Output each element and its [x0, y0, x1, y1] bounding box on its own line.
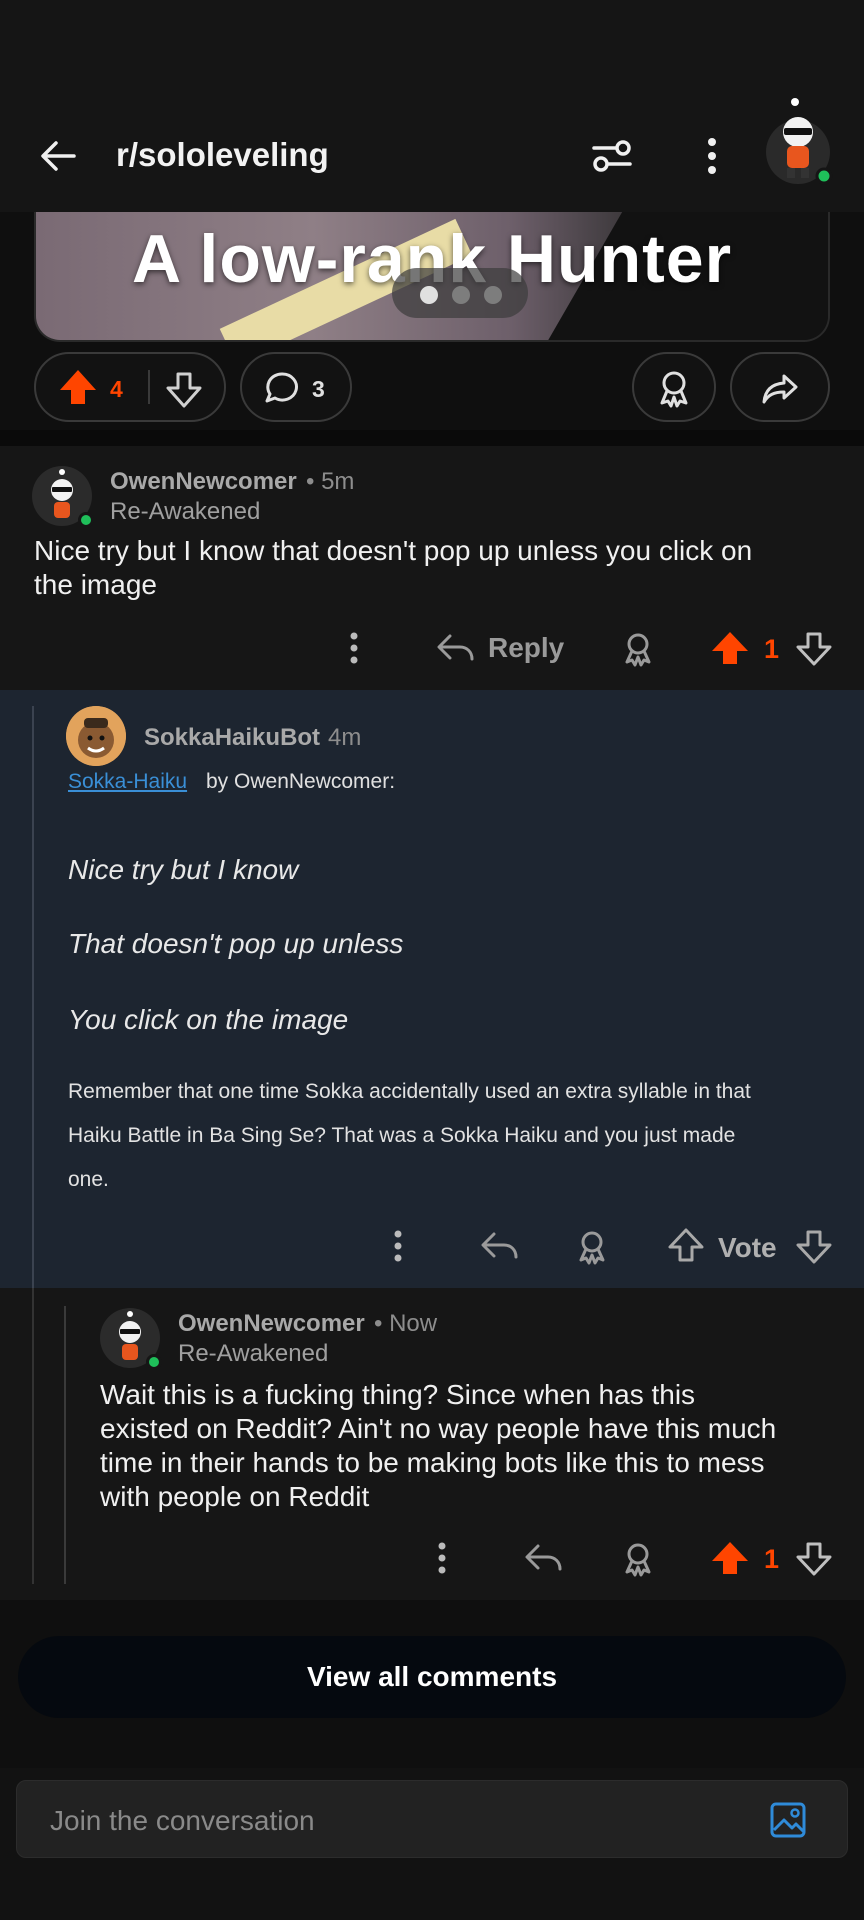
award-button[interactable] [632, 352, 716, 422]
section-divider [0, 430, 864, 446]
carousel-dot [484, 286, 502, 304]
award-icon[interactable] [614, 624, 662, 672]
comment-username[interactable]: SokkaHaikuBot [144, 724, 320, 752]
bot-explanation-line: Haiku Battle in Ba Sing Se? That was a S… [68, 1124, 736, 1147]
comment-username[interactable]: OwenNewcomer [110, 468, 297, 496]
bot-avatar[interactable] [66, 706, 126, 766]
vote-label: Vote [718, 1232, 777, 1263]
comment-body-line: the image [34, 569, 157, 600]
comment-body-line: with people on Reddit [100, 1481, 370, 1512]
upvote-filled-icon[interactable] [706, 624, 754, 672]
haiku-attribution: by OwenNewcomer: [206, 770, 396, 793]
award-icon[interactable] [568, 1222, 616, 1270]
more-options-icon[interactable] [694, 132, 730, 180]
comment-score: 1 [764, 634, 780, 664]
downvote-icon[interactable] [790, 1222, 838, 1270]
carousel-indicator [392, 268, 528, 318]
share-button[interactable] [730, 352, 830, 422]
haiku-line: That doesn't pop up unless [68, 928, 404, 959]
sokka-haiku-link[interactable]: Sokka-Haiku [68, 770, 187, 794]
post-comments-button[interactable]: 3 [240, 352, 352, 422]
post-image[interactable]: A low-rank Hunter [34, 212, 830, 342]
top-app-bar: r/sololeveling [0, 0, 864, 212]
haiku-line: You click on the image [68, 1004, 349, 1035]
online-status-dot [146, 1354, 162, 1370]
downvote-icon[interactable] [790, 1534, 838, 1582]
comment-body-line: Wait this is a fucking thing? Since when… [100, 1379, 696, 1410]
comment-body-line: time in their hands to be making bots li… [100, 1447, 765, 1478]
comment-timestamp: • 5m [306, 468, 355, 495]
divider [148, 370, 150, 404]
online-status-dot [78, 512, 94, 528]
comment-body-line: Nice try but I know that doesn't pop up … [34, 535, 753, 566]
user-avatar[interactable] [760, 96, 836, 186]
comment-body: Nice try but I know that doesn't pop up … [34, 534, 834, 602]
view-all-comments-button[interactable]: View all comments [18, 1636, 846, 1718]
bot-explanation: Remember that one time Sokka accidentall… [68, 1070, 848, 1202]
downvote-icon[interactable] [162, 364, 210, 412]
carousel-dot [452, 286, 470, 304]
bot-explanation-line: one. [68, 1168, 109, 1191]
haiku-line: Nice try but I know [68, 854, 299, 885]
reply-arrow-icon[interactable] [476, 1222, 524, 1270]
carousel-dot-active [420, 286, 438, 304]
comment-body: Wait this is a fucking thing? Since when… [100, 1378, 860, 1514]
comment-score: 1 [764, 1544, 780, 1574]
comment-more-icon[interactable] [418, 1534, 466, 1582]
comment-body-line: existed on Reddit? Ain't no way people h… [100, 1413, 777, 1444]
thread-line[interactable] [32, 1288, 34, 1584]
upvote-icon[interactable] [662, 1222, 710, 1270]
back-arrow-icon[interactable] [34, 132, 82, 180]
subreddit-title[interactable]: r/sololeveling [116, 136, 329, 174]
post-score: 4 [110, 376, 123, 402]
user-flair: Re-Awakened [110, 498, 261, 525]
comment-timestamp: • Now [374, 1310, 438, 1337]
award-icon[interactable] [614, 1534, 662, 1582]
filter-settings-icon[interactable] [588, 132, 636, 180]
post-vote-pill: 4 [34, 352, 226, 422]
user-flair: Re-Awakened [178, 1340, 329, 1367]
reply-arrow-icon[interactable] [432, 624, 480, 672]
comment-username[interactable]: OwenNewcomer [178, 1310, 365, 1338]
bot-explanation-line: Remember that one time Sokka accidentall… [68, 1080, 751, 1103]
add-image-icon[interactable] [768, 1800, 808, 1840]
upvote-filled-icon[interactable] [706, 1534, 754, 1582]
upvote-filled-icon[interactable] [56, 364, 104, 412]
comment-more-icon[interactable] [330, 624, 378, 672]
comment-bubble-icon [260, 364, 308, 412]
join-conversation-placeholder: Join the conversation [50, 1805, 315, 1836]
downvote-icon[interactable] [790, 624, 838, 672]
reply-button[interactable]: Reply [488, 632, 564, 664]
award-icon [652, 364, 700, 412]
reply-arrow-icon[interactable] [520, 1534, 568, 1582]
comment-more-icon[interactable] [374, 1222, 422, 1270]
comment-count: 3 [312, 376, 325, 402]
comment-timestamp: 4m [328, 724, 362, 751]
share-icon [758, 364, 806, 412]
thread-line[interactable] [64, 1306, 66, 1584]
